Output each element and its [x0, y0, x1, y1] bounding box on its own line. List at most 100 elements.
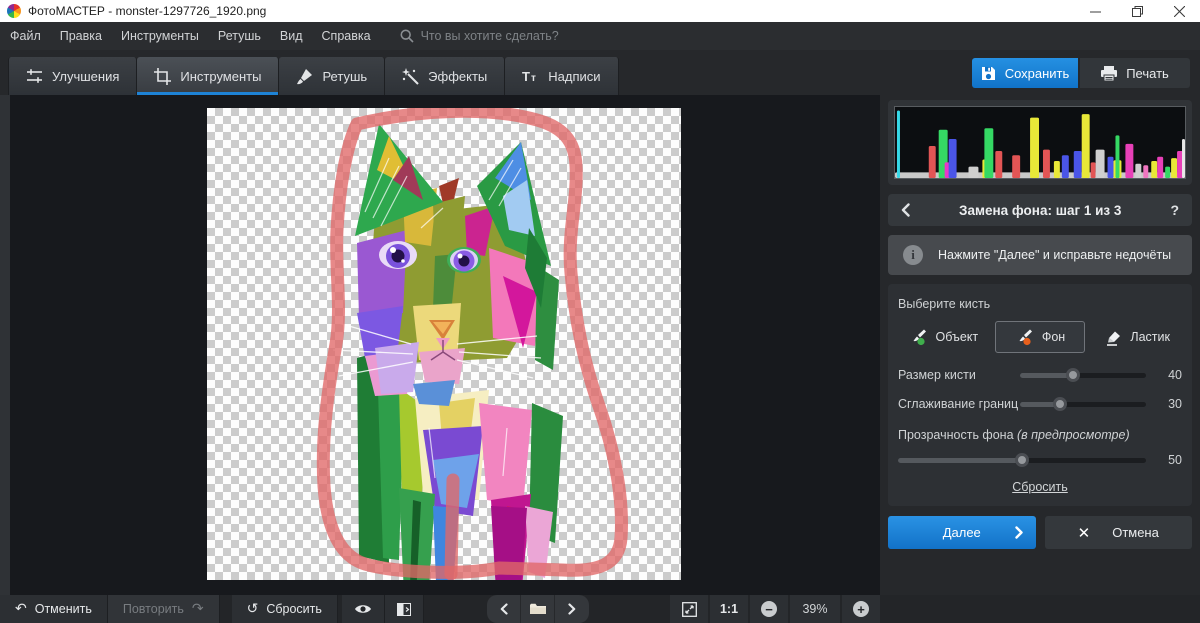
background-transparency-slider[interactable] — [898, 453, 1146, 467]
app-logo-icon — [7, 4, 21, 18]
brush-background-button[interactable]: Фон — [995, 321, 1086, 353]
edge-smoothing-slider[interactable] — [1020, 397, 1146, 411]
tab-label: Надписи — [548, 69, 600, 84]
back-button[interactable] — [901, 203, 910, 217]
brush-size-value: 40 — [1146, 368, 1182, 382]
cat-artwork — [207, 108, 681, 580]
slider-fill — [898, 458, 1022, 463]
zoom-out-button[interactable]: − — [750, 595, 788, 623]
tab-enhancements[interactable]: Улучшения — [8, 57, 137, 95]
bottom-toolbar: ↶ Отменить Повторить ↷ ↺ Сбросить — [0, 595, 1200, 623]
edge-smoothing-value: 30 — [1146, 397, 1182, 411]
menu-retouch[interactable]: Ретушь — [218, 29, 261, 43]
cancel-label: Отмена — [1112, 525, 1159, 540]
next-button[interactable]: Далее — [888, 516, 1036, 549]
preview-original-button[interactable] — [342, 595, 385, 623]
search-box[interactable]: Что вы хотите сделать? — [400, 29, 559, 43]
tab-label: Эффекты — [428, 69, 487, 84]
undo-button[interactable]: ↶ Отменить — [0, 595, 108, 623]
minimize-button[interactable] — [1074, 0, 1116, 22]
menu-view[interactable]: Вид — [280, 29, 303, 43]
search-icon — [400, 29, 414, 43]
tab-tools[interactable]: Инструменты — [137, 57, 279, 95]
menu-edit[interactable]: Правка — [60, 29, 102, 43]
plus-icon: + — [853, 601, 869, 617]
actual-size-button[interactable]: 1:1 — [710, 595, 748, 623]
fit-screen-icon — [682, 602, 697, 617]
minus-icon: − — [761, 601, 777, 617]
close-x-icon: ✕ — [1078, 524, 1091, 542]
brush-section-title: Выберите кисть — [898, 297, 1182, 311]
tab-bar: Улучшения Инструменты Ретушь Эффекты Tт … — [0, 50, 1200, 95]
undo-label: Отменить — [35, 602, 92, 616]
window-title: ФотоМАСТЕР - monster-1297726_1920.png — [28, 4, 266, 18]
app-window: ФотоМАСТЕР - monster-1297726_1920.png Фа… — [0, 0, 1200, 623]
tab-effects[interactable]: Эффекты — [385, 57, 505, 95]
info-text: Нажмите "Далее" и исправьте недочёты — [938, 248, 1171, 262]
histogram-panel — [888, 100, 1192, 185]
brush-label: Объект — [936, 330, 979, 344]
cancel-button[interactable]: ✕ Отмена — [1045, 516, 1193, 549]
info-message: i Нажмите "Далее" и исправьте недочёты — [888, 235, 1192, 275]
reset-button[interactable]: ↺ Сбросить — [232, 595, 338, 623]
folder-icon — [530, 603, 546, 615]
help-button[interactable]: ? — [1170, 202, 1179, 218]
text-icon: Tт — [522, 68, 539, 85]
canvas-edge — [0, 95, 10, 595]
edited-image[interactable] — [207, 108, 681, 580]
split-view-icon — [397, 603, 411, 616]
tab-label: Ретушь — [322, 69, 367, 84]
zoom-level[interactable]: 39% — [790, 595, 840, 623]
menu-file[interactable]: Файл — [10, 29, 41, 43]
title-bar: ФотоМАСТЕР - monster-1297726_1920.png — [0, 0, 1200, 22]
tab-label: Улучшения — [52, 69, 119, 84]
open-folder-button[interactable] — [521, 595, 555, 623]
tab-label: Инструменты — [180, 69, 261, 84]
restore-button[interactable] — [1116, 0, 1158, 22]
printer-icon — [1101, 66, 1117, 81]
menu-help[interactable]: Справка — [322, 29, 371, 43]
print-button[interactable]: Печать — [1080, 58, 1190, 88]
background-brush-icon — [1015, 329, 1033, 346]
chevron-right-icon — [568, 603, 576, 615]
sliders-icon — [26, 68, 43, 85]
tab-retouch[interactable]: Ретушь — [279, 57, 385, 95]
file-navigation — [487, 595, 589, 623]
info-icon: i — [903, 245, 923, 265]
redo-button[interactable]: Повторить ↷ — [108, 595, 220, 623]
brush-label: Ластик — [1130, 330, 1170, 344]
prev-file-button[interactable] — [487, 595, 521, 623]
menu-tools[interactable]: Инструменты — [121, 29, 199, 43]
histogram-chart — [895, 107, 1185, 178]
svg-text:т: т — [531, 73, 536, 84]
slider-thumb[interactable] — [1066, 368, 1080, 382]
reset-settings-link[interactable]: Сбросить — [1000, 480, 1080, 494]
zoom-in-button[interactable]: + — [842, 595, 880, 623]
chevron-left-icon — [500, 603, 508, 615]
next-file-button[interactable] — [555, 595, 589, 623]
step-header: Замена фона: шаг 1 из 3 ? — [888, 194, 1192, 226]
save-button[interactable]: Сохранить — [972, 58, 1078, 88]
slider-thumb[interactable] — [1053, 397, 1067, 411]
object-brush-icon — [909, 329, 927, 346]
redo-icon: ↷ — [192, 602, 204, 616]
zoom-controls: 1:1 − 39% + — [670, 595, 880, 623]
edge-smoothing-label: Сглаживание границ — [898, 397, 1020, 411]
slider-thumb[interactable] — [1015, 453, 1029, 467]
background-transparency-value: 50 — [1146, 453, 1182, 467]
svg-text:T: T — [522, 69, 530, 84]
canvas-area[interactable] — [0, 95, 880, 595]
floppy-icon — [981, 66, 996, 81]
reset-icon: ↺ — [247, 602, 259, 616]
close-button[interactable] — [1158, 0, 1200, 22]
undo-icon: ↶ — [15, 602, 27, 616]
brush-size-slider[interactable] — [1020, 368, 1146, 382]
print-label: Печать — [1126, 66, 1169, 81]
tab-captions[interactable]: Tт Надписи — [505, 57, 618, 95]
fit-to-screen-button[interactable] — [670, 595, 708, 623]
right-panel: Замена фона: шаг 1 из 3 ? i Нажмите "Дал… — [880, 95, 1200, 595]
brush-eraser-button[interactable]: Ластик — [1091, 321, 1182, 353]
before-after-button[interactable] — [385, 595, 424, 623]
brush-object-button[interactable]: Объект — [898, 321, 989, 353]
magic-wand-icon — [402, 68, 419, 85]
